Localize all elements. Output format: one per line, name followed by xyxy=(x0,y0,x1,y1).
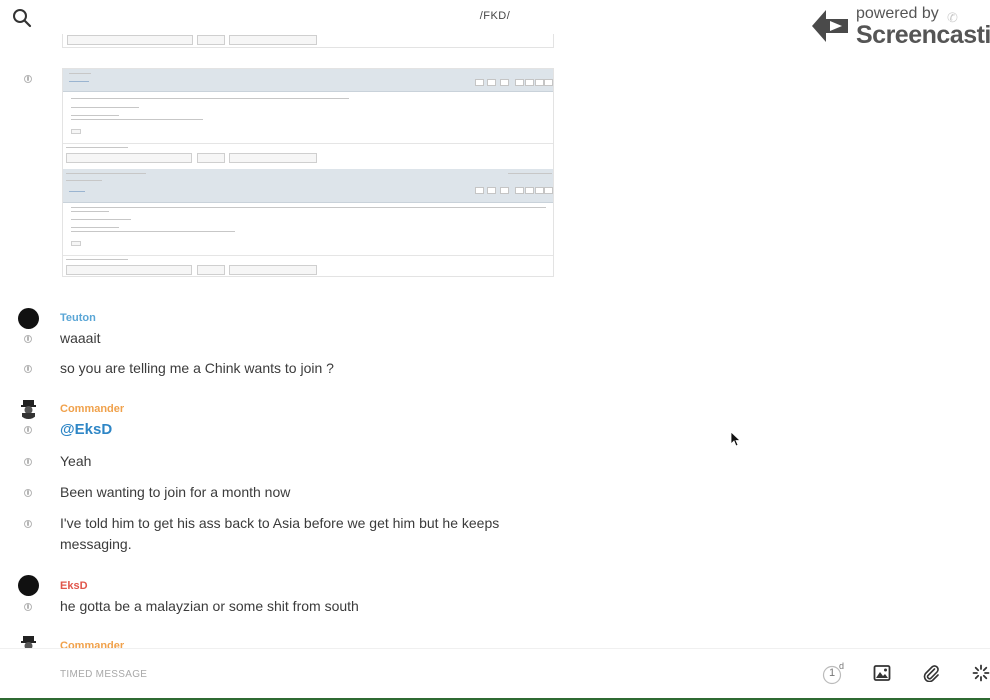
message-status-icon xyxy=(24,603,32,611)
watermark-brand: Screencastify xyxy=(856,21,990,49)
message-text: waaait xyxy=(60,330,101,346)
timer-unit: d xyxy=(839,661,845,671)
sender-name[interactable]: EksD xyxy=(60,580,88,592)
mention-link[interactable]: @EksD xyxy=(60,421,112,438)
message-status-icon xyxy=(24,489,32,497)
message-status-icon xyxy=(24,365,32,373)
message-text: he gotta be a malayzian or some shit fro… xyxy=(60,598,359,614)
paperclip-icon[interactable] xyxy=(922,664,940,687)
email-image-2[interactable] xyxy=(62,68,554,277)
message-text: so you are telling me a Chink wants to j… xyxy=(60,360,334,376)
screencastify-watermark: powered by Screencastify ✆ xyxy=(804,4,990,50)
composer-bar: 1 d xyxy=(0,648,990,700)
sender-name[interactable]: Teuton xyxy=(60,312,96,324)
message-status-icon xyxy=(24,335,32,343)
message-status-icon xyxy=(24,426,32,434)
timer-value: 1 xyxy=(829,667,836,679)
message-input[interactable] xyxy=(60,663,660,685)
mouse-cursor-icon xyxy=(730,431,742,452)
message-text: Yeah xyxy=(60,453,92,469)
message-status-icon xyxy=(24,458,32,466)
loading-icon[interactable] xyxy=(972,664,990,687)
avatar[interactable] xyxy=(18,398,39,419)
phone-icon[interactable]: ✆ xyxy=(947,10,958,26)
message-text: I've told him to get his ass back to Asi… xyxy=(60,515,500,552)
sender-name[interactable]: Commander xyxy=(60,403,124,415)
message-status-icon xyxy=(24,520,32,528)
image-icon[interactable] xyxy=(873,664,891,687)
message-status-icon xyxy=(24,75,32,83)
avatar[interactable] xyxy=(18,575,39,596)
avatar[interactable] xyxy=(18,308,39,329)
timer-icon[interactable]: 1 d xyxy=(822,661,846,690)
screencastify-logo-icon xyxy=(808,8,852,49)
message-text: Been wanting to join for a month now xyxy=(60,484,291,500)
